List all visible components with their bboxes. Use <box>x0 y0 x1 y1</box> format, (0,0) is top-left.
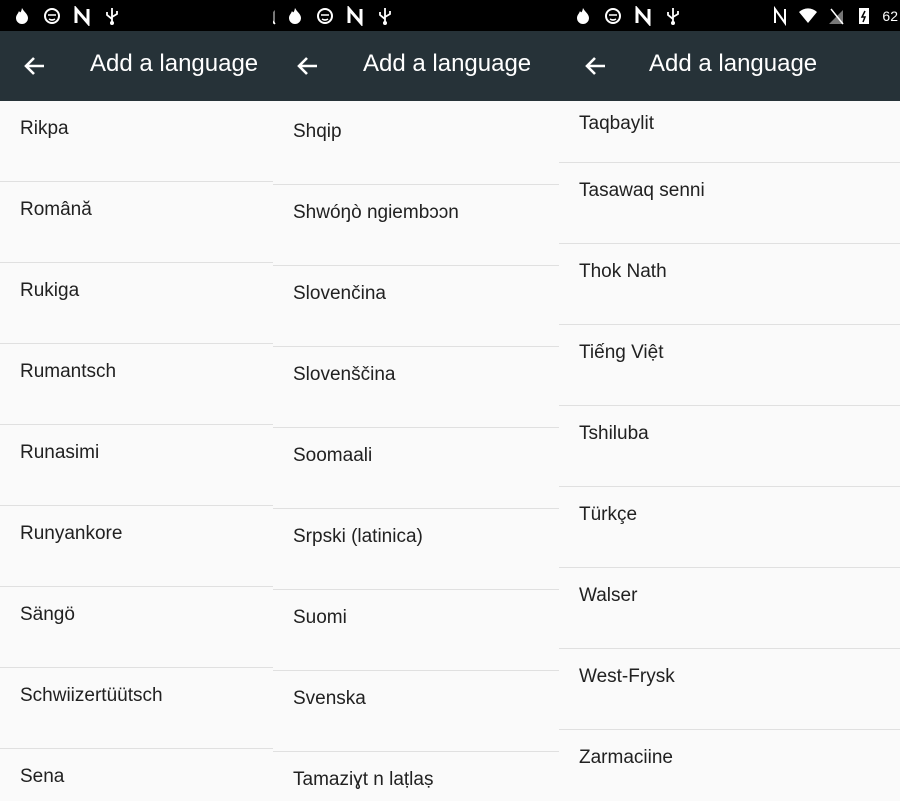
list-item[interactable]: Srpski (latinica) <box>273 509 559 590</box>
face-icon <box>42 6 62 26</box>
usb-icon <box>663 6 683 26</box>
usb-icon <box>375 6 395 26</box>
list-item[interactable]: Tiếng Việt <box>559 325 900 406</box>
list-item[interactable]: West-Frysk <box>559 649 900 730</box>
status-bar <box>0 0 273 31</box>
language-list[interactable]: Shqip Shwóŋò ngiembɔɔn Slovenčina Sloven… <box>273 101 559 801</box>
signal-icon <box>273 6 278 26</box>
page-title: Add a language <box>649 50 818 77</box>
list-item[interactable]: Rukiga <box>0 263 273 344</box>
list-item[interactable]: Shqip <box>273 104 559 185</box>
list-item[interactable]: Schwiizertüütsch <box>0 668 273 749</box>
app-bar: Add a language <box>0 31 273 101</box>
app-bar: Add a language <box>273 31 559 101</box>
list-item[interactable]: Tshiluba <box>559 406 900 487</box>
list-item[interactable]: Slovenščina <box>273 347 559 428</box>
language-list[interactable]: Rikpa Română Rukiga Rumantsch Runasimi R… <box>0 101 273 801</box>
list-item[interactable]: Taqbaylit <box>559 82 900 163</box>
flame-icon <box>285 6 305 26</box>
flame-icon <box>12 6 32 26</box>
list-item[interactable]: Runasimi <box>0 425 273 506</box>
list-item[interactable]: Tasawaq senni <box>559 163 900 244</box>
list-item[interactable]: Soomaali <box>273 428 559 509</box>
wifi-icon <box>798 6 818 26</box>
list-item[interactable]: Runyankore <box>0 506 273 587</box>
n-icon <box>345 6 365 26</box>
flame-icon <box>573 6 593 26</box>
battery-percent: 62 <box>882 8 898 24</box>
signal-icon <box>826 6 846 26</box>
n-icon <box>633 6 653 26</box>
list-item[interactable]: Türkçe <box>559 487 900 568</box>
back-arrow-icon[interactable] <box>22 53 48 79</box>
back-arrow-icon[interactable] <box>583 53 609 79</box>
status-bar <box>273 0 559 31</box>
page-title: Add a language <box>363 50 532 77</box>
list-item[interactable]: Rumantsch <box>0 344 273 425</box>
list-item[interactable]: Rikpa <box>0 101 273 182</box>
screen-panel: Add a language Shqip Shwóŋò ngiembɔɔn Sl… <box>273 0 559 801</box>
list-item[interactable]: Română <box>0 182 273 263</box>
list-item[interactable]: Suomi <box>273 590 559 671</box>
list-item[interactable]: Sena <box>0 749 273 801</box>
list-item[interactable]: Walser <box>559 568 900 649</box>
list-item[interactable]: Sängö <box>0 587 273 668</box>
language-list[interactable]: Taqbaylit Tasawaq senni Thok Nath Tiếng … <box>559 101 900 801</box>
battery-icon <box>854 6 874 26</box>
n-icon <box>72 6 92 26</box>
back-arrow-icon[interactable] <box>295 53 321 79</box>
list-item[interactable]: Zarmaciine <box>559 730 900 801</box>
list-item[interactable]: Svenska <box>273 671 559 752</box>
face-icon <box>315 6 335 26</box>
usb-icon <box>102 6 122 26</box>
list-item[interactable]: Slovenčina <box>273 266 559 347</box>
screen-panel: 62 Add a language Taqbaylit Tasawaq senn… <box>559 0 900 801</box>
screen-panel: Add a language Rikpa Română Rukiga Ruman… <box>0 0 273 801</box>
list-item[interactable]: Tamaziɣt n laṭlaṣ <box>273 752 559 801</box>
list-item[interactable]: Thok Nath <box>559 244 900 325</box>
list-item[interactable]: Shwóŋò ngiembɔɔn <box>273 185 559 266</box>
status-bar: 62 <box>559 0 900 31</box>
nfc-icon <box>770 6 790 26</box>
face-icon <box>603 6 623 26</box>
page-title: Add a language <box>90 50 259 77</box>
